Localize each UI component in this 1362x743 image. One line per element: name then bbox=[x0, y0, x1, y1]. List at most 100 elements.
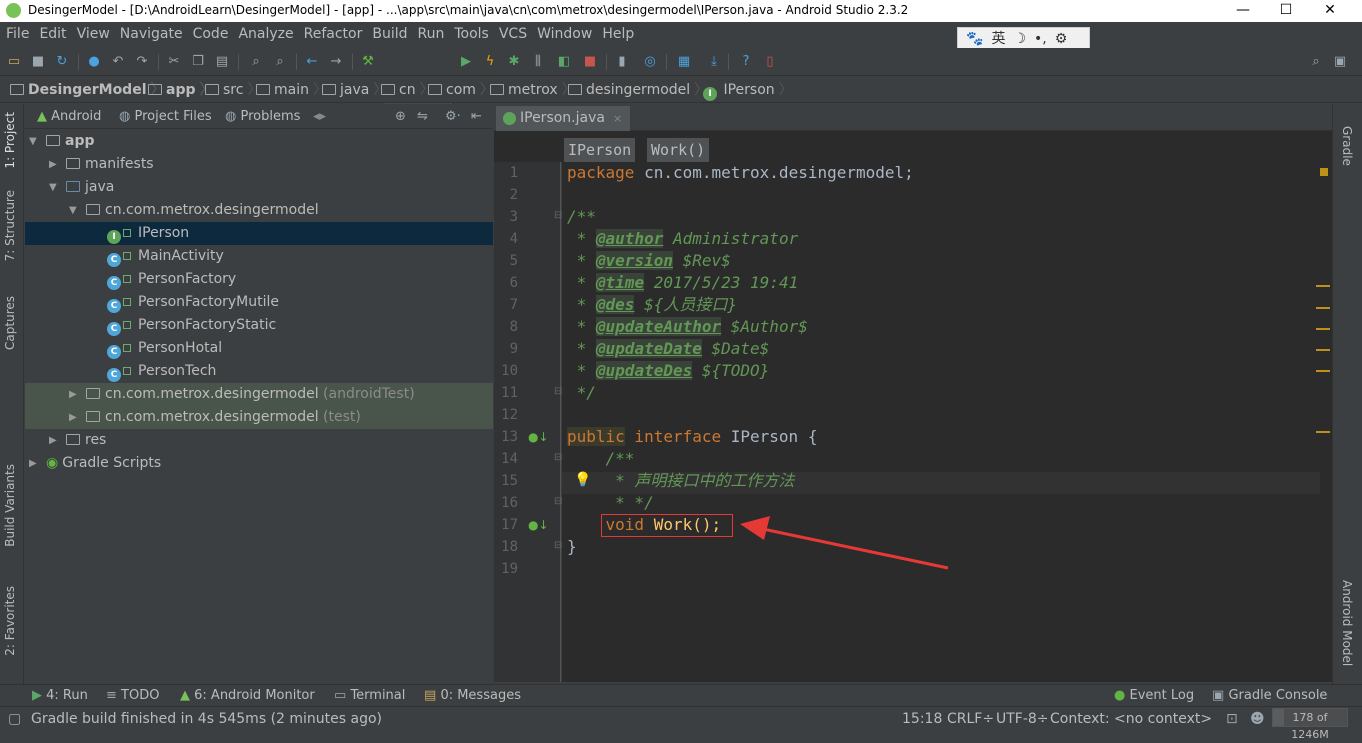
tab-gradle[interactable]: Gradle bbox=[1340, 126, 1354, 166]
help-icon[interactable]: ? bbox=[738, 54, 754, 70]
tab-problems[interactable]: ◍ Problems bbox=[225, 104, 300, 129]
tab-captures[interactable]: Captures bbox=[3, 296, 17, 350]
undo-icon[interactable]: ↶ bbox=[110, 54, 126, 70]
tab-android[interactable]: ▲ Android bbox=[37, 104, 101, 129]
menu-run[interactable]: Run bbox=[413, 22, 450, 46]
ime-language-toggle[interactable]: 英 bbox=[991, 28, 1005, 50]
ime-settings-icon[interactable]: ⚙ bbox=[1055, 28, 1068, 50]
stop-icon[interactable]: ■ bbox=[582, 54, 598, 70]
menu-analyze[interactable]: Analyze bbox=[233, 22, 298, 46]
tab-project[interactable]: 1: Project bbox=[3, 112, 17, 169]
ime-logo-icon[interactable]: 🐾 bbox=[966, 28, 983, 50]
nav-work-method[interactable]: Work() bbox=[647, 138, 710, 162]
breadcrumb-item[interactable]: cn 〉 bbox=[381, 78, 434, 103]
maximize-button[interactable]: ☐ bbox=[1263, 0, 1309, 22]
gear-icon[interactable]: ⚙· bbox=[445, 104, 461, 129]
breadcrumb-item[interactable]: DesingerModel 〉 bbox=[10, 78, 165, 103]
tree-item-personhotal[interactable]: C PersonHotal bbox=[25, 337, 493, 360]
menu-navigate[interactable]: Navigate bbox=[115, 22, 188, 46]
breadcrumb-item[interactable]: src 〉 bbox=[205, 78, 261, 103]
breadcrumb-item[interactable]: app 〉 bbox=[148, 78, 214, 103]
tree-item-personfactorymutile[interactable]: C PersonFactoryMutile bbox=[25, 291, 493, 314]
memory-indicator[interactable]: 178 of 1246M bbox=[1272, 708, 1348, 741]
tab-favorites[interactable]: 2: Favorites bbox=[3, 586, 17, 656]
implemented-icon[interactable]: ●↓ bbox=[528, 518, 549, 532]
tree-item-iperson[interactable]: I IPerson bbox=[25, 222, 493, 245]
inspector-icon[interactable]: ☻ bbox=[1250, 707, 1265, 731]
tab-iperson-java[interactable]: IPerson.java × bbox=[496, 106, 631, 131]
sdk-manager-icon[interactable]: ⤓ bbox=[706, 54, 722, 70]
minimize-button[interactable]: — bbox=[1220, 0, 1266, 22]
close-tab-icon[interactable]: × bbox=[613, 112, 622, 125]
copy-icon[interactable]: ❐ bbox=[190, 54, 206, 70]
lightbulb-icon[interactable]: 💡 bbox=[574, 472, 591, 488]
sync-icon[interactable]: ↻ bbox=[54, 54, 70, 70]
menu-tools[interactable]: Tools bbox=[449, 22, 494, 46]
more-tabs-icon[interactable]: ◂▸ bbox=[313, 104, 326, 129]
ime-punctuation-icon[interactable]: •, bbox=[1034, 28, 1047, 50]
find-icon[interactable]: ⌕ bbox=[248, 54, 264, 70]
apply-changes-icon[interactable]: ϟ bbox=[482, 54, 498, 70]
run-icon[interactable]: ▶ bbox=[458, 54, 474, 70]
tool-gradle-console[interactable]: ▣ Gradle Console bbox=[1212, 685, 1327, 707]
tree-item-res[interactable]: ▶ res bbox=[25, 429, 493, 452]
tool-terminal[interactable]: ▭ Terminal bbox=[334, 685, 405, 707]
tree-item-manifests[interactable]: ▶ manifests bbox=[25, 153, 493, 176]
menu-code[interactable]: Code bbox=[188, 22, 234, 46]
search-everywhere-icon[interactable]: ⌕ bbox=[1308, 54, 1324, 70]
menu-view[interactable]: View bbox=[72, 22, 115, 46]
tree-item-package-androidtest[interactable]: ▶ cn.com.metrox.desingermodel (androidTes… bbox=[25, 383, 493, 406]
menu-build[interactable]: Build bbox=[367, 22, 412, 46]
save-icon[interactable]: ■ bbox=[30, 54, 46, 70]
menu-file[interactable]: File bbox=[1, 22, 34, 46]
tree-item-app[interactable]: ▼ app bbox=[25, 130, 493, 153]
device-monitor-icon[interactable]: ▯ bbox=[762, 54, 778, 70]
replace-icon[interactable]: ⌕ bbox=[272, 54, 288, 70]
menu-refactor[interactable]: Refactor bbox=[299, 22, 368, 46]
menu-help[interactable]: Help bbox=[597, 22, 639, 46]
debug-icon[interactable]: ✱ bbox=[506, 54, 522, 70]
implemented-icon[interactable]: ●↓ bbox=[528, 430, 549, 444]
tree-item-personfactorystatic[interactable]: C PersonFactoryStatic bbox=[25, 314, 493, 337]
tab-android-model[interactable]: Android Model bbox=[1340, 580, 1354, 666]
lock-icon[interactable]: ⊡ bbox=[1226, 707, 1238, 731]
forward-icon[interactable]: → bbox=[328, 54, 344, 70]
scroll-from-source-icon[interactable]: ⊕ bbox=[395, 104, 406, 129]
breadcrumb-item[interactable]: metrox 〉 bbox=[490, 78, 576, 103]
project-structure-icon[interactable]: ▦ bbox=[676, 54, 692, 70]
code-editor[interactable]: package cn.com.metrox.desingermodel; /**… bbox=[562, 162, 1320, 682]
make-project-icon[interactable]: ⚒ bbox=[360, 54, 376, 70]
paste-icon[interactable]: ▤ bbox=[214, 54, 230, 70]
hide-panel-icon[interactable]: ⇤ bbox=[471, 104, 482, 129]
avd-manager-icon[interactable]: ▮ bbox=[614, 54, 630, 70]
tool-run[interactable]: ▶ 4: Run bbox=[32, 685, 88, 707]
warning-indicator-icon[interactable] bbox=[1320, 168, 1328, 176]
tree-item-personfactory[interactable]: C PersonFactory bbox=[25, 268, 493, 291]
back-icon[interactable]: ← bbox=[304, 54, 320, 70]
tool-event-log[interactable]: ● Event Log bbox=[1114, 685, 1194, 707]
tool-messages[interactable]: ▤ 0: Messages bbox=[424, 685, 521, 707]
profile-icon[interactable]: ⫼ bbox=[530, 54, 546, 70]
file-encoding[interactable]: UTF-8÷ bbox=[996, 707, 1049, 731]
breadcrumb-item[interactable]: I IPerson 〉 bbox=[703, 78, 793, 103]
tool-todo[interactable]: ≡ TODO bbox=[106, 685, 159, 707]
menu-window[interactable]: Window bbox=[532, 22, 597, 46]
menu-edit[interactable]: Edit bbox=[34, 22, 71, 46]
tree-item-mainactivity[interactable]: C MainActivity bbox=[25, 245, 493, 268]
tool-android-monitor[interactable]: ▲ 6: Android Monitor bbox=[180, 685, 315, 707]
menu-vcs[interactable]: VCS bbox=[494, 22, 532, 46]
tree-item-persontech[interactable]: C PersonTech bbox=[25, 360, 493, 383]
open-folder-icon[interactable]: ▭ bbox=[6, 54, 22, 70]
tree-item-gradle-scripts[interactable]: ▶ ◉ Gradle Scripts bbox=[25, 452, 493, 475]
tab-structure[interactable]: 7: Structure bbox=[3, 190, 17, 261]
caret-position[interactable]: 15:18 bbox=[902, 707, 942, 731]
cut-icon[interactable]: ✂ bbox=[166, 54, 182, 70]
gradle-sync-icon[interactable]: ◎ bbox=[642, 54, 658, 70]
redo-icon[interactable]: ↷ bbox=[134, 54, 150, 70]
attach-debugger-icon[interactable]: ◧ bbox=[556, 54, 572, 70]
tab-project-files[interactable]: ◍ Project Files bbox=[119, 104, 212, 129]
breadcrumb-item[interactable]: desingermodel 〉 bbox=[568, 78, 708, 103]
editor-scrollbar[interactable] bbox=[1316, 162, 1332, 682]
collapse-all-icon[interactable]: ⇋ bbox=[417, 104, 428, 129]
tree-item-package-test[interactable]: ▶ cn.com.metrox.desingermodel (test) bbox=[25, 406, 493, 429]
